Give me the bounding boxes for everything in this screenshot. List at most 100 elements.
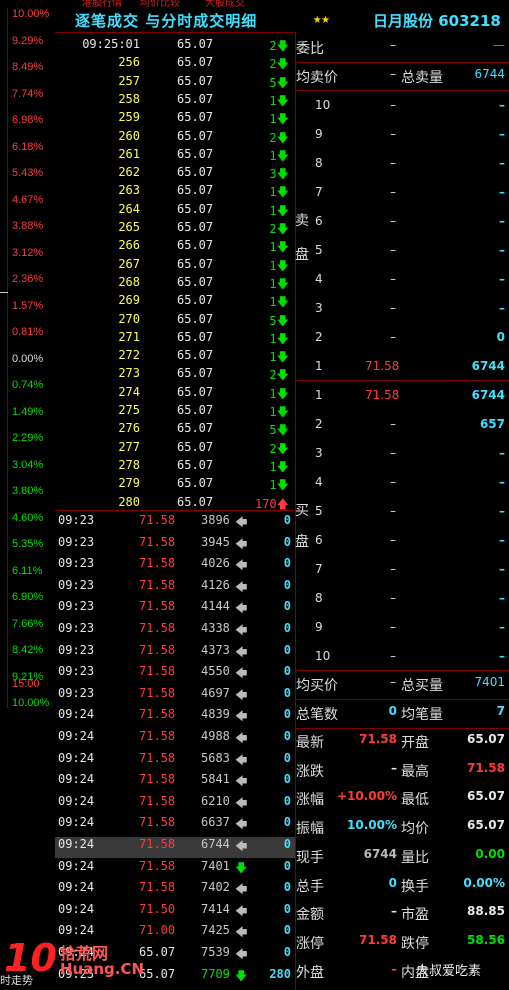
order-level-row[interactable]: 1 71.58 6744: [295, 388, 509, 408]
trade-row[interactable]: 09:23 71.58 3896 🡄 0: [55, 513, 295, 534]
tick-row[interactable]: 258 65.07 1🡇: [55, 92, 295, 110]
order-level-row[interactable]: 5 – –: [295, 243, 509, 263]
tick-row[interactable]: 256 65.07 2🡇: [55, 55, 295, 73]
tick-row[interactable]: 262 65.07 3🡇: [55, 165, 295, 183]
level-price: –: [390, 301, 396, 315]
order-level-row[interactable]: 9 – –: [295, 620, 509, 640]
order-level-row[interactable]: 2 – 0: [295, 330, 509, 350]
trade-row[interactable]: 09:24 71.58 4839 🡄 0: [55, 707, 295, 728]
tick-row[interactable]: 278 65.07 1🡇: [55, 458, 295, 476]
percent-label: 8.49%: [12, 61, 44, 73]
tick-count: 5: [269, 423, 277, 438]
trade-time: 09:24: [58, 837, 95, 851]
order-level-row[interactable]: 9 – –: [295, 127, 509, 147]
trade-count: 0: [283, 577, 291, 592]
tick-row[interactable]: 269 65.07 1🡇: [55, 293, 295, 311]
order-level-row[interactable]: 1 71.58 6744: [295, 359, 509, 379]
trade-price: 71.58: [139, 858, 176, 873]
tick-row[interactable]: 257 65.07 5🡇: [55, 74, 295, 92]
trade-row[interactable]: 09:24 71.58 4988 🡄 0: [55, 729, 295, 750]
order-level-row[interactable]: 3 – –: [295, 301, 509, 321]
percent-label: 6.98%: [12, 114, 44, 126]
arrow-down-icon: 🡇: [276, 295, 289, 310]
tick-row[interactable]: 261 65.07 1🡇: [55, 147, 295, 165]
tick-count: 2: [269, 441, 277, 456]
order-level-row[interactable]: 4 – –: [295, 475, 509, 495]
trade-row[interactable]: 09:24 71.58 6744 🡄 0: [55, 837, 295, 858]
top-menu-item[interactable]: 大股成交: [205, 0, 245, 8]
order-level-row[interactable]: 10 – –: [295, 98, 509, 118]
trade-count: 280: [269, 966, 291, 981]
trade-row[interactable]: 09:23 71.58 3945 🡄 0: [55, 535, 295, 556]
order-level-row[interactable]: 8 – –: [295, 156, 509, 176]
trade-row[interactable]: 09:23 71.58 4126 🡄 0: [55, 578, 295, 599]
tick-count: 1: [269, 295, 277, 310]
order-level-row[interactable]: 5 – –: [295, 504, 509, 524]
trade-price: 71.58: [139, 642, 176, 657]
stat-row: 总手 0 换手 0.00%: [295, 876, 509, 898]
trade-price: 71.58: [139, 772, 176, 787]
level-price: –: [390, 272, 396, 286]
order-level-row[interactable]: 3 – –: [295, 446, 509, 466]
tick-count: 3: [269, 167, 277, 182]
trade-time: 09:23: [58, 664, 95, 679]
tick-row[interactable]: 277 65.07 2🡇: [55, 440, 295, 458]
tick-row[interactable]: 260 65.07 2🡇: [55, 129, 295, 147]
tick-row[interactable]: 270 65.07 5🡇: [55, 312, 295, 330]
trade-volume: 4144: [201, 599, 230, 614]
tick-price: 65.07: [177, 274, 214, 289]
trade-row[interactable]: 09:23 71.58 4550 🡄 0: [55, 664, 295, 685]
tick-count: 1: [269, 405, 277, 419]
tick-row[interactable]: 268 65.07 1🡇: [55, 275, 295, 293]
trade-row[interactable]: 09:23 71.58 4697 🡄 0: [55, 686, 295, 707]
order-level-row[interactable]: 2 – 657: [295, 417, 509, 437]
order-level-row[interactable]: 8 – –: [295, 591, 509, 611]
top-menu-item[interactable]: 均价比较: [140, 0, 180, 8]
tick-row[interactable]: 267 65.07 1🡇: [55, 257, 295, 275]
tick-row[interactable]: 271 65.07 1🡇: [55, 330, 295, 348]
tick-row[interactable]: 276 65.07 5🡇: [55, 421, 295, 439]
order-level-row[interactable]: 10 – –: [295, 649, 509, 669]
trade-row[interactable]: 09:24 71.50 7414 🡄 0: [55, 902, 295, 923]
arrow-left-icon: 🡄: [235, 709, 248, 724]
tick-row[interactable]: 272 65.07 1🡇: [55, 348, 295, 366]
trade-row[interactable]: 09:24 71.58 6210 🡄 0: [55, 794, 295, 815]
tick-price: 65.07: [177, 220, 214, 234]
trade-row[interactable]: 09:23 71.58 4373 🡄 0: [55, 643, 295, 664]
tick-row[interactable]: 09:25:01 65.07 2🡇: [55, 37, 295, 55]
tick-row[interactable]: 279 65.07 1🡇: [55, 476, 295, 494]
star-icon[interactable]: ★★: [313, 11, 330, 27]
trade-row[interactable]: 09:24 71.58 5683 🡄 0: [55, 751, 295, 772]
tick-row[interactable]: 263 65.07 1🡇: [55, 183, 295, 201]
trade-row[interactable]: 09:23 71.58 4026 🡄 0: [55, 556, 295, 577]
tick-row[interactable]: 266 65.07 1🡇: [55, 238, 295, 256]
order-level-row[interactable]: 7 – –: [295, 185, 509, 205]
trade-row[interactable]: 09:23 71.58 4144 🡄 0: [55, 599, 295, 620]
trade-list[interactable]: 09:23 71.58 3896 🡄 0 09:23 71.58 3945 🡄 0 09:23 71.…: [55, 510, 296, 990]
order-level-row[interactable]: 6 – –: [295, 533, 509, 553]
tick-row[interactable]: 265 65.07 2🡇: [55, 220, 295, 238]
stat-value: –: [391, 904, 397, 919]
trade-volume: 6210: [201, 793, 230, 808]
top-menu-item[interactable]: 港股行情: [82, 0, 122, 8]
tick-list[interactable]: 09:25:01 65.07 2🡇 256 65.07 2🡇 257 65.07 5🡇 258 65…: [55, 32, 296, 511]
stat-value: 0: [388, 875, 397, 890]
trade-row[interactable]: 09:24 71.58 7401 🡇 0: [55, 859, 295, 880]
arrow-down-icon: 🡇: [276, 93, 289, 108]
trade-row[interactable]: 09:24 71.58 5841 🡄 0: [55, 772, 295, 793]
tick-count: 2: [269, 39, 277, 53]
trade-row[interactable]: 09:23 71.58 4338 🡄 0: [55, 621, 295, 642]
tick-row[interactable]: 264 65.07 1🡇: [55, 202, 295, 220]
order-level-row[interactable]: 6 – –: [295, 214, 509, 234]
trade-row[interactable]: 09:24 71.58 7402 🡄 0: [55, 880, 295, 901]
order-level-row[interactable]: 7 – –: [295, 562, 509, 582]
trade-row[interactable]: 09:24 71.58 6637 🡄 0: [55, 815, 295, 836]
tick-row[interactable]: 274 65.07 1🡇: [55, 385, 295, 403]
tick-row[interactable]: 273 65.07 2🡇: [55, 366, 295, 384]
order-level-row[interactable]: 4 – –: [295, 272, 509, 292]
arrow-down-icon: 🡇: [276, 75, 289, 90]
tick-count: 2: [269, 222, 277, 236]
stock-name[interactable]: 日月股份 603218: [373, 10, 501, 31]
tick-row[interactable]: 275 65.07 1🡇: [55, 403, 295, 421]
tick-row[interactable]: 259 65.07 1🡇: [55, 110, 295, 128]
